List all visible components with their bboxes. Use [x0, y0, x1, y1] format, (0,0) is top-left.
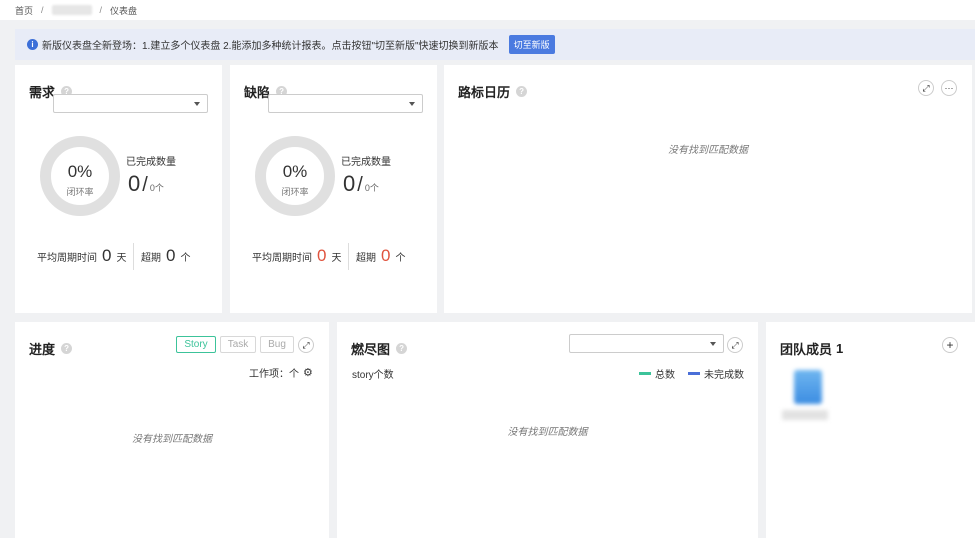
defect-select[interactable] [268, 94, 423, 113]
card-title-text: 路标日历 [458, 85, 511, 100]
done-label: 已完成数量 [341, 157, 391, 168]
closure-label: 闭环率 [66, 187, 94, 197]
overdue-stat: 超期 0 个 [356, 246, 405, 266]
legend-total: 总数 [639, 366, 675, 381]
done-count-value: 0 [128, 171, 141, 196]
legend-label: 总数 [655, 370, 675, 381]
breadcrumb-project[interactable] [51, 5, 92, 15]
overdue-label: 超期 [356, 253, 376, 264]
avg-unit: 天 [331, 253, 342, 264]
chevron-down-icon [710, 342, 716, 346]
tab-bug[interactable]: Bug [260, 336, 294, 353]
overdue-unit: 个 [180, 253, 191, 264]
chevron-down-icon [409, 102, 415, 106]
breadcrumb-separator: / [99, 5, 103, 15]
breadcrumb-separator: / [41, 5, 44, 15]
breadcrumb-current: 仪表盘 [110, 5, 138, 16]
overdue-label: 超期 [141, 253, 161, 264]
add-member-button[interactable]: + [942, 337, 958, 353]
team-card: 团队成员 1 + [766, 322, 975, 538]
overdue-value: 0 [381, 246, 391, 265]
done-total: 0个 [149, 183, 164, 193]
card-title: 燃尽图 ? [351, 339, 408, 358]
card-title-text: 缺陷 [244, 85, 271, 100]
notice-text: 新版仪表盘全新登场：1.建立多个仪表盘 2.能添加多种统计报表。点击按钮"切至新… [42, 41, 499, 52]
done-slash: / [142, 174, 148, 196]
progress-card: 进度 ? Story Task Bug ⤢ 工作项：个 ⚙ 没有找到匹配数据 [15, 322, 329, 538]
avg-value: 0 [317, 246, 327, 265]
more-icon[interactable]: ··· [941, 80, 957, 96]
legend-label: 未完成数 [704, 370, 744, 381]
help-icon[interactable]: ? [61, 343, 73, 354]
avg-value: 0 [102, 246, 112, 265]
help-icon[interactable]: ? [396, 343, 408, 354]
card-title-text: 需求 [29, 85, 56, 100]
card-title-text: 进度 [29, 342, 56, 357]
done-count-value: 0 [343, 171, 356, 196]
demand-select[interactable] [53, 94, 208, 113]
overdue-stat: 超期 0 个 [141, 246, 190, 266]
gear-icon[interactable]: ⚙ [303, 366, 313, 379]
closure-percent: 0% [282, 162, 308, 181]
avg-unit: 天 [116, 253, 127, 264]
avg-cycle-stat: 平均周期时间 0 天 [37, 246, 126, 266]
expand-icon[interactable]: ⤢ [727, 337, 743, 353]
work-items-row: 工作项：个 ⚙ [249, 365, 313, 380]
milestone-calendar-card: 路标日历 ? ⤢ ··· 没有找到匹配数据 [444, 65, 972, 313]
burndown-card: 燃尽图 ? ⤢ story个数 总数 未完成数 没有找到匹配数据 [337, 322, 758, 538]
y-axis-label: story个数 [352, 370, 394, 381]
divider [348, 243, 349, 270]
breadcrumb-home[interactable]: 首页 [15, 4, 33, 17]
divider [133, 243, 134, 270]
expand-icon[interactable]: ⤢ [918, 80, 934, 96]
card-title: 路标日历 ? [458, 82, 528, 101]
help-icon[interactable]: ? [516, 86, 528, 97]
work-items-label: 工作项：个 [249, 369, 299, 380]
switch-new-version-button[interactable]: 切至新版 [508, 35, 555, 54]
avg-cycle-stat: 平均周期时间 0 天 [252, 246, 341, 266]
member-name [782, 410, 828, 420]
closure-label: 闭环率 [281, 187, 309, 197]
avg-label: 平均周期时间 [252, 253, 312, 264]
defect-card: 缺陷 ? 0% 闭环率 已完成数量 0 / 0个 平均周期时间 0 天 超期 0… [230, 65, 437, 313]
legend-swatch [688, 372, 700, 375]
empty-state: 没有找到匹配数据 [132, 434, 212, 445]
breadcrumb: 首页 / / 仪表盘 [0, 0, 975, 20]
overdue-unit: 个 [395, 253, 406, 264]
overdue-value: 0 [166, 246, 176, 265]
card-title-text: 燃尽图 [351, 342, 391, 357]
closure-percent: 0% [67, 162, 93, 181]
legend-incomplete: 未完成数 [688, 366, 744, 381]
demand-card: 需求 ? 0% 闭环率 已完成数量 0 / 0个 平均周期时间 0 天 超期 0… [15, 65, 222, 313]
info-icon: i [27, 39, 38, 50]
empty-state: 没有找到匹配数据 [507, 427, 588, 438]
notice-banner: i 新版仪表盘全新登场：1.建立多个仪表盘 2.能添加多种统计报表。点击按钮"切… [15, 29, 975, 60]
legend-swatch [639, 372, 651, 375]
member-count: 1 [836, 341, 844, 356]
avg-label: 平均周期时间 [37, 253, 97, 264]
empty-state: 没有找到匹配数据 [668, 145, 748, 156]
sprint-select[interactable] [569, 334, 724, 353]
chevron-down-icon [194, 102, 200, 106]
expand-icon[interactable]: ⤢ [298, 337, 314, 353]
tab-story[interactable]: Story [176, 336, 216, 353]
tab-task[interactable]: Task [220, 336, 256, 353]
card-title: 团队成员 1 [780, 339, 843, 358]
card-title-text: 团队成员 [780, 342, 833, 357]
done-count: 0 / 0个 [343, 171, 379, 197]
done-count: 0 / 0个 [128, 171, 164, 197]
avatar[interactable] [794, 370, 822, 404]
done-label: 已完成数量 [126, 157, 176, 168]
done-total: 0个 [364, 183, 379, 193]
card-title: 进度 ? [29, 339, 73, 358]
done-slash: / [357, 174, 363, 196]
